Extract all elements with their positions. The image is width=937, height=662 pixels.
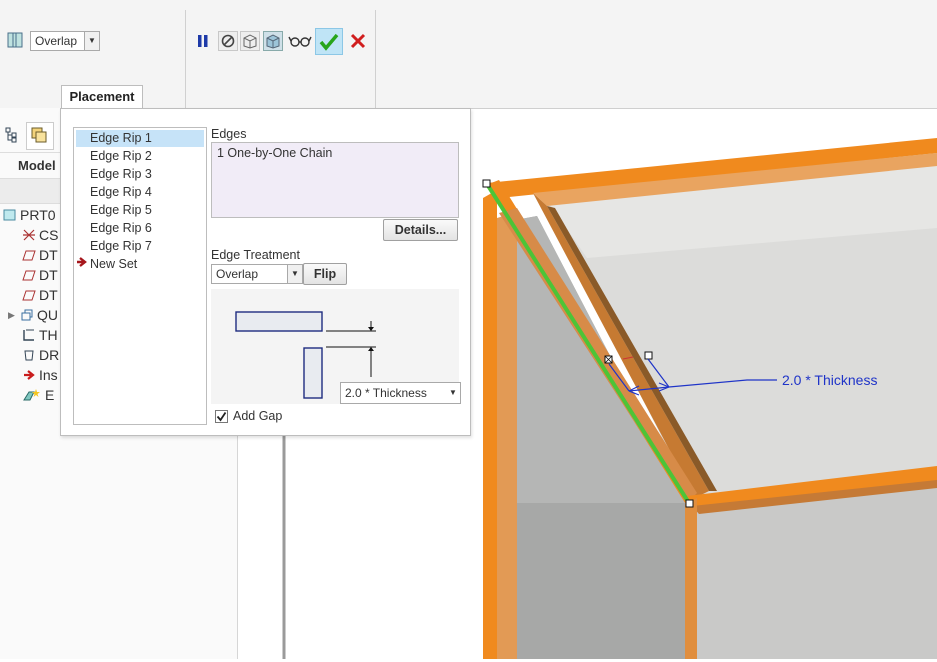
tree-item-datum-2[interactable]: DT [22, 265, 58, 285]
model-tree-header: Model [18, 158, 56, 173]
insert-arrow-icon [22, 367, 36, 381]
ribbon-divider [185, 10, 186, 108]
chevron-down-icon[interactable]: ▼ [446, 383, 460, 403]
edge-treatment-label: Edge Treatment [211, 248, 300, 262]
tree-item-datum-1[interactable]: DT [22, 245, 58, 265]
expand-arrow-icon[interactable]: ▶ [8, 305, 15, 325]
list-item-rip-set[interactable]: Edge Rip 2 [76, 148, 204, 165]
list-item-rip-set[interactable]: Edge Rip 1 [76, 130, 204, 147]
tree-item-label: QU [37, 307, 58, 323]
confirm-check-icon[interactable] [315, 28, 343, 55]
draft-icon [22, 347, 36, 361]
dimension-label[interactable]: 2.0 * Thickness [782, 372, 877, 388]
tree-item-label: PRT0 [20, 207, 56, 223]
tree-item-label: E [45, 387, 55, 403]
list-item-rip-set[interactable]: Edge Rip 4 [76, 184, 204, 201]
placement-panel: Edge Rip 1 Edge Rip 2 Edge Rip 3 Edge Ri… [60, 108, 471, 436]
no-preview-icon[interactable] [218, 31, 238, 51]
flip-button[interactable]: Flip [303, 263, 347, 285]
part-icon [3, 207, 17, 221]
pause-icon[interactable] [193, 31, 213, 51]
tree-item-quilt[interactable]: ▶ QU [6, 305, 58, 325]
tree-item-label: DT [39, 247, 58, 263]
shaded-preview-icon[interactable] [263, 31, 283, 51]
layer-tree-tab-icon[interactable] [26, 122, 54, 150]
new-set-item[interactable]: New Set [76, 256, 204, 273]
new-set-label: New Set [90, 257, 138, 271]
tree-item-draft[interactable]: DR [22, 345, 59, 365]
add-gap-label: Add Gap [233, 409, 283, 423]
list-item-rip-set[interactable]: Edge Rip 7 [76, 238, 204, 255]
gap-value-select[interactable]: 2.0 * Thickness ▼ [340, 382, 461, 404]
tree-item-label: TH [39, 327, 58, 343]
add-gap-checkbox[interactable] [215, 410, 228, 423]
chevron-down-icon[interactable]: ▼ [287, 265, 302, 283]
new-set-arrow-icon [76, 256, 90, 273]
chevron-down-icon[interactable]: ▼ [84, 32, 99, 50]
datum-plane-icon [22, 287, 36, 301]
wireframe-preview-icon[interactable] [240, 31, 260, 51]
quilt-icon [20, 307, 34, 321]
list-item-rip-set[interactable]: Edge Rip 3 [76, 166, 204, 183]
tree-item-label: DT [39, 287, 58, 303]
tree-item-edge-rip[interactable]: E [22, 385, 54, 405]
treatment-select-value: Overlap [35, 34, 78, 48]
datum-plane-icon [22, 247, 36, 261]
list-item-rip-set[interactable]: Edge Rip 6 [76, 220, 204, 237]
edges-collector[interactable]: 1 One-by-One Chain [211, 142, 459, 218]
datum-plane-icon [22, 267, 36, 281]
csys-icon [22, 227, 36, 241]
cancel-x-icon[interactable] [348, 31, 368, 51]
edge-treatment-icon[interactable] [5, 31, 25, 51]
thicken-icon [22, 327, 36, 341]
tab-placement[interactable]: Placement [61, 85, 143, 109]
edges-label: Edges [211, 127, 247, 141]
tree-item-part[interactable]: PRT0 [3, 205, 56, 225]
tree-item-label: DR [39, 347, 60, 363]
tree-item-insert-here[interactable]: Ins [22, 365, 58, 385]
model-tree-tab-icon[interactable] [4, 126, 20, 147]
tree-item-csys[interactable]: CS [22, 225, 58, 245]
rip-set-list[interactable]: Edge Rip 1 Edge Rip 2 Edge Rip 3 Edge Ri… [73, 127, 207, 425]
details-button[interactable]: Details... [383, 219, 458, 241]
gap-value: 2.0 * Thickness [345, 386, 427, 400]
glasses-icon[interactable] [288, 31, 312, 51]
list-item-rip-set[interactable]: Edge Rip 5 [76, 202, 204, 219]
tree-item-thicken[interactable]: TH [22, 325, 58, 345]
treatment-select[interactable]: Overlap ▼ [30, 31, 100, 51]
tree-item-label: DT [39, 267, 58, 283]
edge-treatment-select[interactable]: Overlap ▼ [211, 264, 303, 284]
ribbon-divider [375, 10, 376, 108]
tree-item-label: CS [39, 227, 59, 243]
tree-item-label: Ins [39, 367, 58, 383]
edge-rip-icon [22, 387, 42, 401]
tree-item-datum-3[interactable]: DT [22, 285, 58, 305]
checkmark-icon [216, 412, 227, 422]
edge-treatment-value: Overlap [216, 267, 259, 281]
